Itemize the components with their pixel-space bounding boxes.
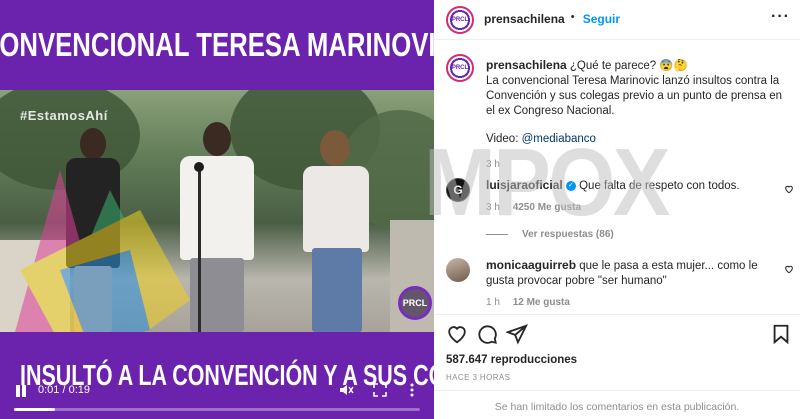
caption-avatar[interactable]: PRCL [446,54,474,82]
comment-heart-icon[interactable] [784,264,794,277]
watermark-logo [15,170,190,332]
share-icon[interactable] [506,323,528,345]
follow-button[interactable]: Seguir [583,12,620,26]
commenter-username[interactable]: luisjaraoficial [486,178,563,192]
header-separator: • [570,11,575,23]
caption: prensachilena ¿Qué te parece? 😨🤔 La conv… [486,58,786,172]
commenter-avatar[interactable]: G [446,178,470,202]
heart-icon[interactable] [446,323,468,345]
comments-limited-text: Se han limitado los comentarios en esta … [494,401,740,413]
video-player[interactable]: CONVENCIONAL TERESA MARINOVIC #EstamosAh… [0,0,434,419]
caption-question: ¿Qué te parece? 😨🤔 [569,60,689,72]
pause-icon[interactable] [14,384,28,398]
mention-link[interactable]: @mediabanco [522,133,596,145]
comment-likes[interactable]: 12 Me gusta [513,297,570,308]
post-header: PRCL prensachilena • Seguir ··· [434,0,800,40]
mute-icon[interactable] [338,382,354,398]
author-username[interactable]: prensachilena [484,12,565,26]
video-controls: 0:01 / 0:19 [0,372,434,419]
bookmark-icon[interactable] [770,323,792,345]
post-panel: PRCL prensachilena • Seguir ··· PRCL pre… [424,0,800,419]
comment-time: 3 h [486,202,500,213]
post-timestamp: HACE 3 HORAS [446,373,511,382]
hashtag-overlay: #EstamosAhí [20,108,108,123]
fullscreen-icon[interactable] [372,382,388,398]
caption-body: La convencional Teresa Marinovic lanzó i… [486,75,783,117]
video-progress-bar[interactable] [14,408,420,411]
video-progress-fill [14,408,55,411]
comment-time: 1 h [486,297,500,308]
video-frame [0,90,434,332]
video-time: 0:01 / 0:19 [38,384,90,396]
channel-logo-badge: PRCL [398,286,432,320]
caption-username[interactable]: prensachilena [486,58,567,72]
commenter-avatar[interactable] [446,258,470,282]
more-options-icon[interactable] [404,382,420,398]
comment-heart-icon[interactable] [784,184,794,197]
commenter-username[interactable]: monicaaguirreb [486,258,576,272]
comment-likes[interactable]: 4250 Me gusta [513,202,581,213]
video-title-banner: CONVENCIONAL TERESA MARINOVIC [0,0,434,90]
comment-text: Que falta de respeto con todos. [579,180,740,192]
action-bar [434,314,800,350]
comment-icon[interactable] [476,323,498,345]
more-options-button[interactable]: ··· [771,8,790,26]
comments-limited-notice: Se han limitado los comentarios en esta … [434,390,800,419]
author-avatar[interactable]: PRCL [446,6,474,34]
caption-time: 3 h [486,159,500,170]
view-replies-button[interactable]: Ver respuestas (86) [486,229,614,240]
views-count[interactable]: 587.647 reproducciones [446,354,577,366]
caption-video-prefix: Video: [486,133,522,145]
verified-badge-icon: ✓ [565,180,576,191]
video-title-top: CONVENCIONAL TERESA MARINOVIC [0,26,434,63]
